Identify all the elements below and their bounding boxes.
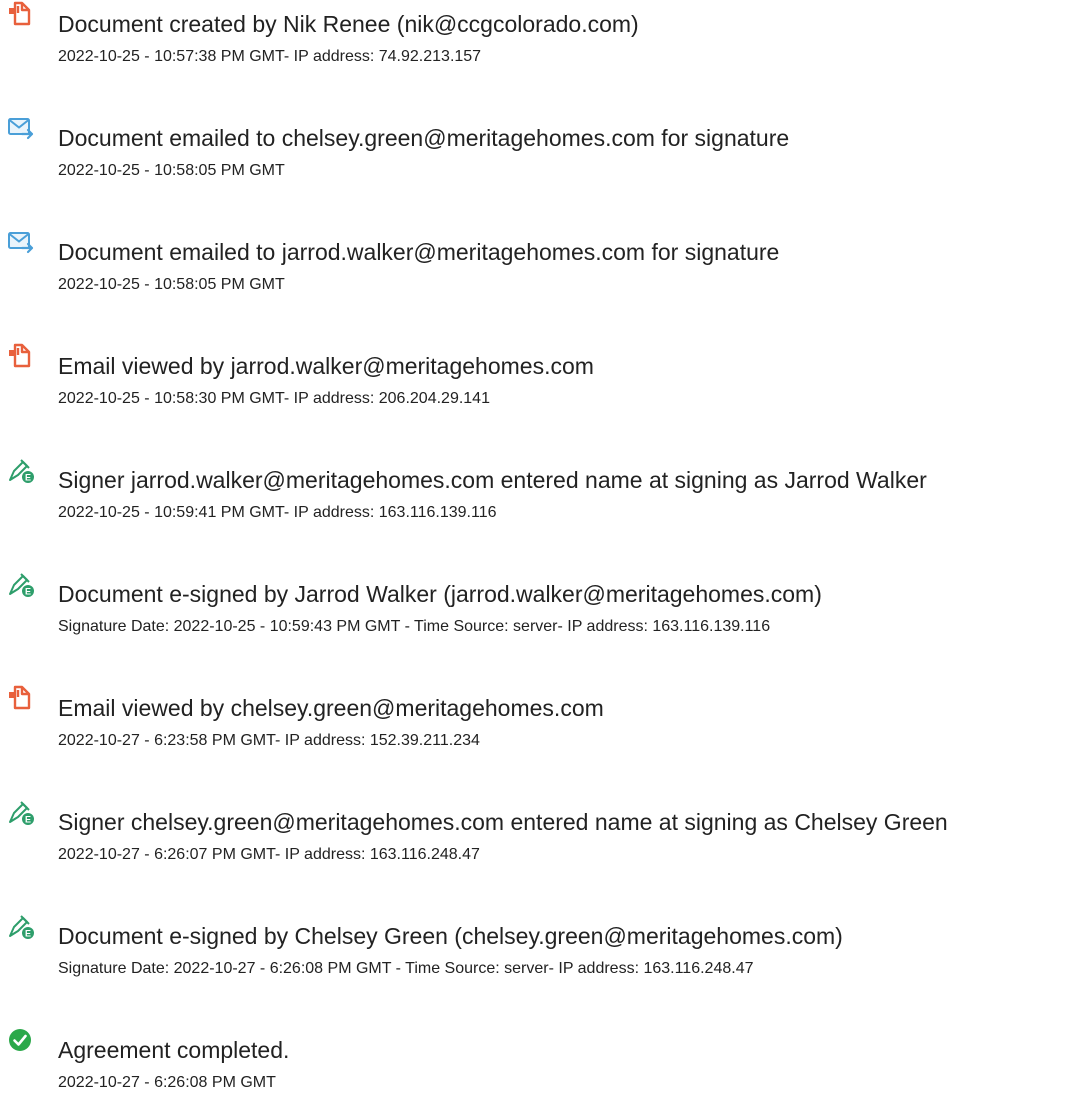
audit-event: Document emailed to chelsey.green@merita… (0, 114, 1091, 194)
event-title: Agreement completed. (58, 1037, 290, 1063)
event-detail: 2022-10-27 - 6:26:07 PM GMT- IP address:… (58, 846, 480, 863)
event-title: Signer chelsey.green@meritagehomes.com e… (58, 809, 948, 835)
e-sign-pen-icon: E (7, 912, 35, 940)
event-title: Document created by Nik Renee (nik@ccgco… (58, 11, 639, 37)
email-sent-icon (7, 228, 35, 256)
event-detail: 2022-10-25 - 10:58:30 PM GMT- IP address… (58, 390, 490, 407)
audit-event: Email viewed by chelsey.green@meritageho… (0, 684, 1091, 764)
event-title: Document emailed to chelsey.green@merita… (58, 125, 790, 151)
audit-event: Document created by Nik Renee (nik@ccgco… (0, 0, 1091, 80)
svg-text:E: E (25, 587, 31, 597)
event-title: Document emailed to jarrod.walker@merita… (58, 239, 780, 265)
event-detail: 2022-10-27 - 6:23:58 PM GMT- IP address:… (58, 732, 480, 749)
event-detail: 2022-10-25 - 10:58:05 PM GMT (58, 162, 285, 179)
document-viewed-icon (7, 342, 35, 370)
email-sent-icon (7, 114, 35, 142)
svg-text:E: E (25, 815, 31, 825)
audit-event: E Document e-signed by Chelsey Green (ch… (0, 912, 1091, 992)
document-created-icon (7, 0, 35, 28)
svg-text:E: E (25, 473, 31, 483)
event-detail: 2022-10-25 - 10:59:41 PM GMT- IP address… (58, 504, 497, 521)
audit-event: E Document e-signed by Jarrod Walker (ja… (0, 570, 1091, 650)
audit-event: Agreement completed. 2022-10-27 - 6:26:0… (0, 1026, 1091, 1106)
completed-check-icon (7, 1026, 35, 1054)
document-viewed-icon (7, 684, 35, 712)
audit-event: E Signer jarrod.walker@meritagehomes.com… (0, 456, 1091, 536)
event-detail: Signature Date: 2022-10-27 - 6:26:08 PM … (58, 960, 754, 977)
e-sign-pen-icon: E (7, 798, 35, 826)
e-sign-pen-icon: E (7, 456, 35, 484)
event-detail: Signature Date: 2022-10-25 - 10:59:43 PM… (58, 618, 771, 635)
event-title: Document e-signed by Jarrod Walker (jarr… (58, 581, 822, 607)
audit-event: Email viewed by jarrod.walker@meritageho… (0, 342, 1091, 422)
event-title: Document e-signed by Chelsey Green (chel… (58, 923, 843, 949)
event-title: Email viewed by jarrod.walker@meritageho… (58, 353, 594, 379)
svg-text:E: E (25, 929, 31, 939)
event-title: Signer jarrod.walker@meritagehomes.com e… (58, 467, 927, 493)
audit-event: E Signer chelsey.green@meritagehomes.com… (0, 798, 1091, 878)
event-detail: 2022-10-27 - 6:26:08 PM GMT (58, 1074, 276, 1091)
event-detail: 2022-10-25 - 10:58:05 PM GMT (58, 276, 285, 293)
event-title: Email viewed by chelsey.green@meritageho… (58, 695, 604, 721)
event-detail: 2022-10-25 - 10:57:38 PM GMT- IP address… (58, 48, 482, 65)
audit-event: Document emailed to jarrod.walker@merita… (0, 228, 1091, 308)
e-sign-pen-icon: E (7, 570, 35, 598)
